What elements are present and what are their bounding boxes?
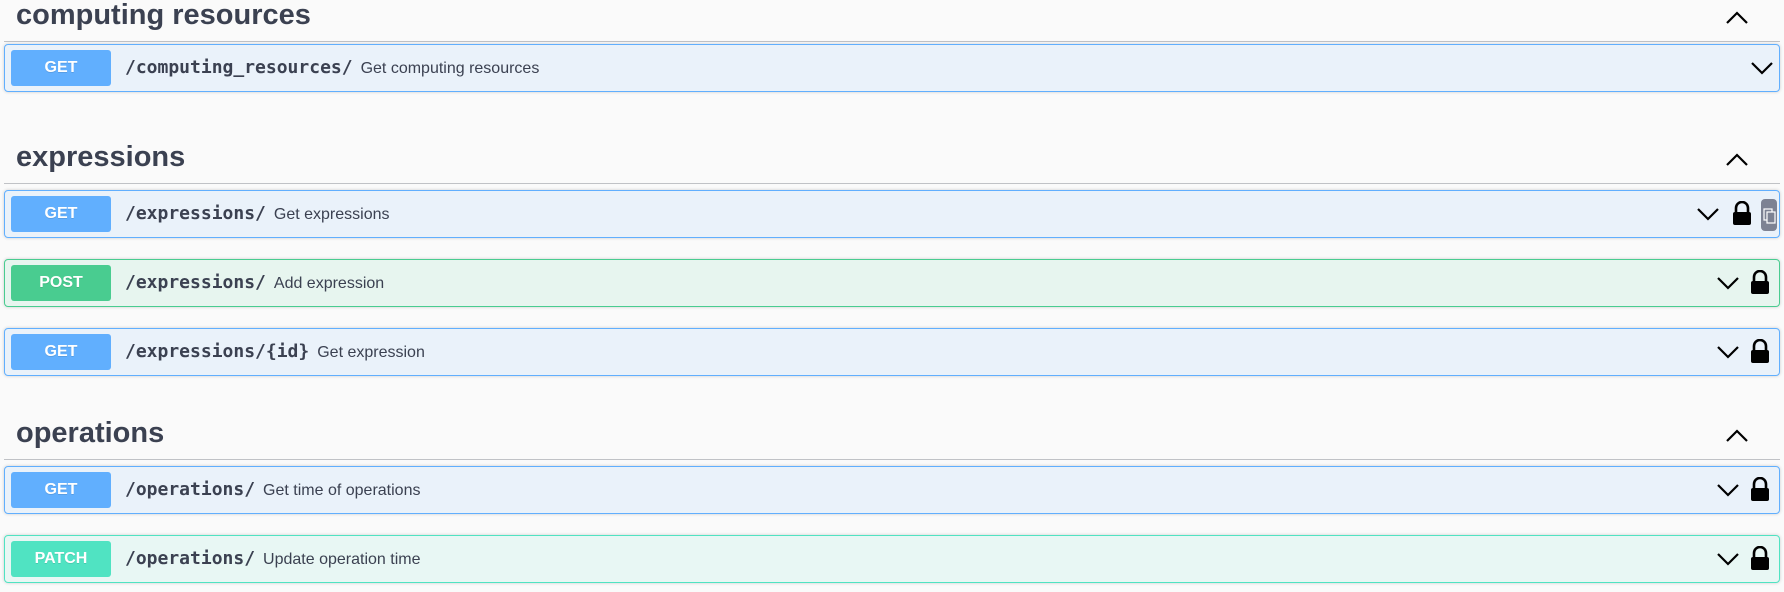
tag-section-operations[interactable]: operations xyxy=(4,415,1780,460)
chevron-up-icon[interactable] xyxy=(1724,7,1750,29)
method-badge: POST xyxy=(11,265,111,301)
method-badge: GET xyxy=(11,196,111,232)
operation-get-expressions[interactable]: GET /expressions/Get expressions xyxy=(4,190,1780,238)
operation-post-expressions[interactable]: POST /expressions/Add expression xyxy=(4,259,1780,307)
method-badge: PATCH xyxy=(11,541,111,577)
operation-summary[interactable]: GET /computing_resources/Get computing r… xyxy=(5,45,1779,91)
operation-summary[interactable]: GET /expressions/{id} Get expression xyxy=(5,329,1779,375)
operation-summary[interactable]: GET /expressions/Get expressions xyxy=(5,191,1779,237)
operation-description: Get expression xyxy=(317,344,425,361)
operation-summary[interactable]: POST /expressions/Add expression xyxy=(5,260,1779,306)
chevron-down-icon[interactable] xyxy=(1715,548,1741,570)
chevron-up-icon[interactable] xyxy=(1724,149,1750,171)
path-text: /operations/ xyxy=(125,548,256,569)
chevron-down-icon[interactable] xyxy=(1695,203,1721,225)
method-badge: GET xyxy=(11,50,111,86)
operation-description: Get computing resources xyxy=(360,60,540,77)
tag-section-computing-resources[interactable]: computing resources xyxy=(4,0,1780,42)
operation-path: /expressions/{id} Get expression xyxy=(125,329,425,376)
swagger-operations-page: computing resources GET /computing_resou… xyxy=(0,0,1784,592)
operation-summary[interactable]: GET /operations/Get time of operations xyxy=(5,467,1779,513)
operation-description: Get expressions xyxy=(273,206,390,223)
tag-title[interactable]: operations xyxy=(16,415,164,451)
path-text: /computing_resources/ xyxy=(125,57,353,78)
operation-get-expression-by-id[interactable]: GET /expressions/{id} Get expression xyxy=(4,328,1780,376)
chevron-down-icon[interactable] xyxy=(1715,272,1741,294)
operation-path: /operations/Update operation time xyxy=(125,536,420,583)
tag-title[interactable]: computing resources xyxy=(16,0,311,33)
chevron-down-icon[interactable] xyxy=(1715,479,1741,501)
operation-path: /expressions/Get expressions xyxy=(125,191,390,238)
operation-summary[interactable]: PATCH /operations/Update operation time xyxy=(5,536,1779,582)
lock-icon[interactable] xyxy=(1749,270,1771,296)
path-text: /expressions/{id} xyxy=(125,341,310,362)
chevron-down-icon[interactable] xyxy=(1749,57,1775,79)
operation-path: /computing_resources/Get computing resou… xyxy=(125,45,539,92)
operation-patch-operations[interactable]: PATCH /operations/Update operation time xyxy=(4,535,1780,583)
operation-path: /expressions/Add expression xyxy=(125,260,384,307)
lock-icon[interactable] xyxy=(1749,477,1771,503)
chevron-up-icon[interactable] xyxy=(1724,425,1750,447)
path-text: /expressions/ xyxy=(125,203,266,224)
operation-get-operations[interactable]: GET /operations/Get time of operations xyxy=(4,466,1780,514)
path-text: /operations/ xyxy=(125,479,256,500)
copy-to-clipboard-button[interactable] xyxy=(1761,199,1777,231)
method-badge: GET xyxy=(11,472,111,508)
method-badge: GET xyxy=(11,334,111,370)
chevron-down-icon[interactable] xyxy=(1715,341,1741,363)
path-text: /expressions/ xyxy=(125,272,266,293)
operation-description: Add expression xyxy=(273,275,385,292)
tag-section-expressions[interactable]: expressions xyxy=(4,139,1780,184)
tag-title[interactable]: expressions xyxy=(16,139,185,175)
lock-icon[interactable] xyxy=(1731,201,1753,227)
lock-icon[interactable] xyxy=(1749,339,1771,365)
operation-description: Get time of operations xyxy=(263,482,421,499)
lock-icon[interactable] xyxy=(1749,546,1771,572)
operation-get-computing-resources[interactable]: GET /computing_resources/Get computing r… xyxy=(4,44,1780,92)
operation-path: /operations/Get time of operations xyxy=(125,467,420,514)
operation-description: Update operation time xyxy=(263,551,421,568)
